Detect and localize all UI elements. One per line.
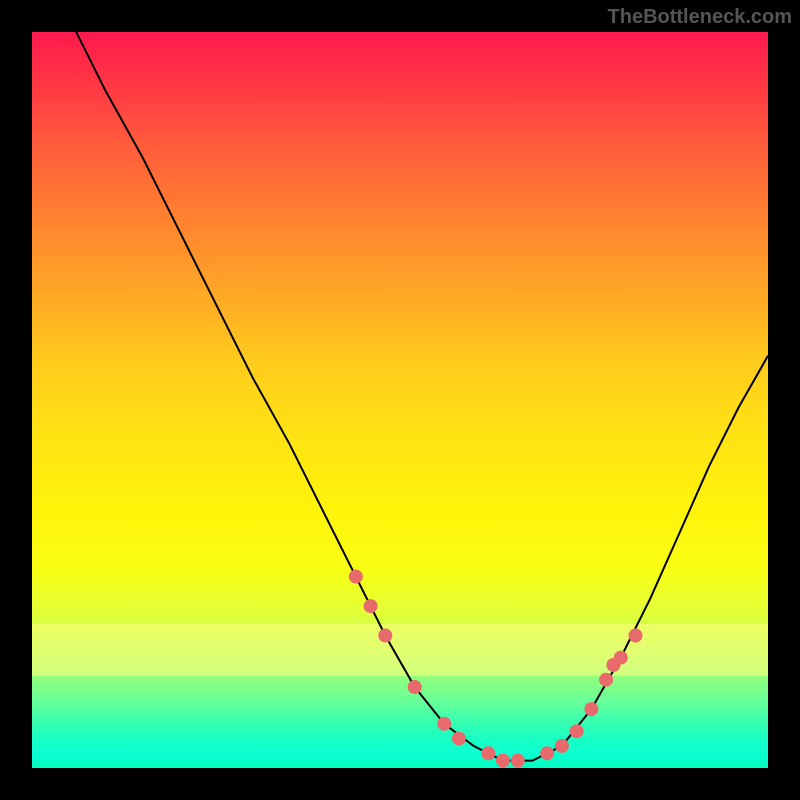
curve-line (76, 32, 768, 761)
marker-dot (378, 629, 392, 643)
marker-dot (452, 732, 466, 746)
marker-dot (614, 651, 628, 665)
marker-dot (437, 717, 451, 731)
marker-dot (599, 673, 613, 687)
marker-dot (555, 739, 569, 753)
watermark-text: TheBottleneck.com (608, 6, 792, 29)
marker-dot (511, 754, 525, 768)
chart-plot-area (32, 32, 768, 768)
marker-dot (570, 724, 584, 738)
chart-svg (32, 32, 768, 768)
marker-dot (540, 746, 554, 760)
marker-dot (584, 702, 598, 716)
marker-dot (408, 680, 422, 694)
marker-dot (629, 629, 643, 643)
marker-dots (349, 570, 643, 768)
marker-dot (496, 754, 510, 768)
marker-dot (349, 570, 363, 584)
marker-dot (481, 746, 495, 760)
marker-dot (364, 599, 378, 613)
